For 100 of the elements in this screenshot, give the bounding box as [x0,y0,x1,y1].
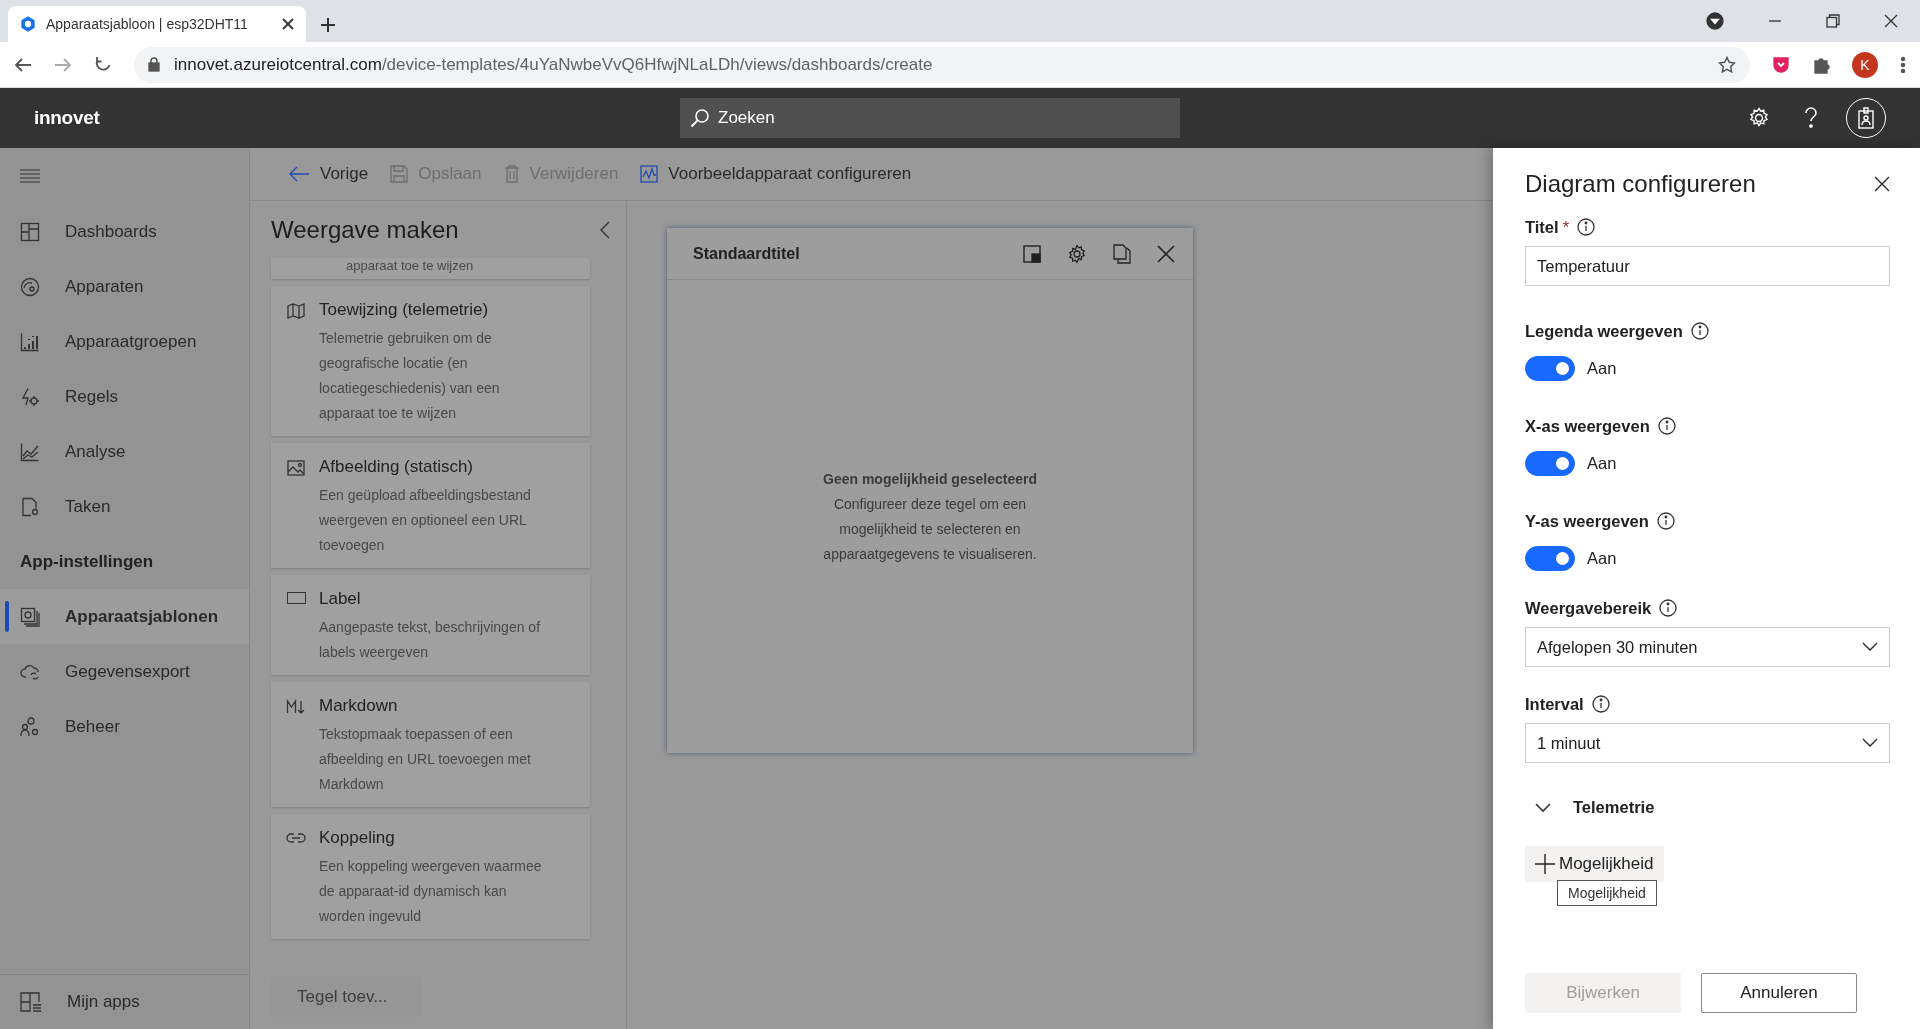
card-description: Aangepaste tekst, beschrijvingen of labels weergeven [319,618,542,662]
tile-card[interactable]: Afbeelding (statisch) Een geüpload afbeeldingsbestand weergeven en optioneel een URL toevoegen [271,443,590,568]
card-title: Toewijzing (telemetrie) [319,300,490,320]
section-title: App-instellingen [20,551,154,572]
toggle-state: Aan [1587,359,1617,378]
title-field[interactable]: Temperatuur [1525,246,1890,286]
tile-card[interactable]: Label Aangepaste tekst, beschrijvingen of labels weergeven [271,575,590,675]
hexagon-logo-icon [20,16,36,32]
toggle-switch[interactable] [1525,356,1575,381]
dashboard-icon [20,221,40,242]
panel-title: Weergave maken [271,215,459,244]
field-label: Legenda weergeven [1525,321,1683,341]
profile-avatar[interactable]: K [1852,51,1878,78]
lock-icon [148,57,160,72]
settings-icon [1748,107,1770,129]
card-title: Afbeelding (statisch) [319,457,475,477]
close-icon [282,18,294,30]
puzzle-icon [1812,55,1830,74]
field-label: Titel [1525,217,1559,237]
jobs-icon [20,496,40,517]
info-icon [1657,417,1676,435]
nav-item[interactable]: Apparaten [0,259,249,314]
apps-grid-icon [20,992,42,1012]
restore-icon [1826,14,1840,28]
field-label: Interval [1525,694,1584,714]
search-placeholder: Zoeken [718,108,775,128]
toggle-switch[interactable] [1525,546,1575,571]
toolbar-button[interactable]: Vorige [288,164,369,184]
template-icon [20,606,40,627]
close-icon [1874,176,1890,192]
nav-label: Apparaatgroepen [65,331,197,352]
map-icon [287,303,305,319]
plus-icon [1535,854,1555,874]
card-title: Koppeling [319,828,396,848]
section-header[interactable]: Telemetrie [1525,797,1890,818]
search-icon [690,108,710,128]
nav-item[interactable]: Apparaatgroepen [0,314,249,369]
dropdown[interactable]: 1 minuut [1525,723,1890,763]
new-tab-icon [320,17,336,33]
nav-label: Gegevensexport [65,661,190,682]
link-icon [286,831,306,845]
card-title: Markdown [319,696,399,716]
field-label: X-as weergeven [1525,416,1650,436]
image-icon [287,460,305,476]
info-icon [1656,512,1675,530]
nav-item[interactable]: Gegevensexport [0,644,249,699]
forward-icon [54,56,72,73]
nav-item[interactable]: Apparaatsjablonen [0,589,249,644]
browser-tab[interactable]: Apparaatsjabloon | esp32DHT11 [8,6,306,42]
nav-item[interactable]: Dashboards [0,204,249,259]
field-label: Y-as weergeven [1525,511,1649,531]
dropdown-circle-icon [1706,12,1724,30]
tile-card[interactable]: Toewijzing (telemetrie) Telemetrie gebruiken om de geografische locatie (en locatiegeschiedenis) van een apparaat toe te wijzen [271,286,590,436]
nav-label: Dashboards [65,221,157,242]
tile-title: Standaardtitel [693,244,801,263]
info-icon [1591,695,1610,713]
people-gear-icon [20,716,40,737]
back-icon [14,56,32,73]
info-icon [1577,218,1596,236]
card-description: Telemetrie gebruiken om de geografische locatie (en locatiegeschiedenis) van een apparaat toe te wijzen [319,329,501,423]
arrow-left-icon [288,165,310,183]
chart-window-icon [640,165,659,183]
url-text: innovet.azureiotcentral.com/device-templates/4uYaNwbeVvQ6HfwjNLaLDh/views/dashboards/create [174,54,933,75]
nav-item[interactable]: Analyse [0,424,249,479]
toggle-state: Aan [1587,454,1617,473]
device-icon [20,276,40,297]
nav-item[interactable]: Taken [0,479,249,534]
nav-item[interactable]: Beheer [0,699,249,754]
bar-chart-icon [20,331,40,352]
required-mark: * [1562,217,1570,237]
nav-label: Mijn apps [67,992,140,1012]
toolbar-button[interactable]: Voorbeeldapparaat configureren [640,164,912,184]
copy-icon [1113,243,1131,264]
nav-item[interactable]: Mijn apps [0,974,249,1029]
nav-label: Taken [65,496,111,517]
tile-card[interactable]: apparaat toe te wijzen [271,258,590,279]
nav-label: Apparaten [65,276,144,297]
empty-state-title: Geen mogelijkheid geselecteerd [823,469,1037,489]
search-field[interactable]: Zoeken [680,98,1180,138]
trash-icon [503,165,520,183]
empty-state-text: Configureer deze tegel om een mogelijkheid te selecteren en apparaatgegevens te visualiseren. [822,494,1038,564]
add-capability-button[interactable]: Mogelijkheid [1525,846,1664,882]
info-icon [1659,599,1678,617]
tile-card[interactable]: Markdown Tekstopmaak toepassen of een afbeelding en URL toevoegen met Markdown [271,682,590,807]
line-chart-icon [20,441,40,462]
resize-icon [1023,244,1041,263]
tile-card[interactable]: Koppeling Een koppeling weergeven waarmee de apparaat-id dynamisch kan worden ingevuld [271,814,590,939]
dialog-button[interactable]: Annuleren [1701,973,1857,1013]
toggle-switch[interactable] [1525,451,1575,476]
dropdown[interactable]: Afgelopen 30 minuten [1525,627,1890,667]
nav-item[interactable]: Regels [0,369,249,424]
address-bar[interactable]: innovet.azureiotcentral.com/device-templates/4uYaNwbeVvQ6HfwjNLaLDh/views/dashboards/create [134,46,1750,83]
field-label: Weergavebereik [1525,598,1652,618]
help-icon [1804,107,1818,129]
card-description: Een koppeling weergeven waarmee de apparaat-id dynamisch kan worden ingevuld [319,857,543,926]
app-name: innovet [34,107,100,129]
label-icon [286,592,306,604]
card-description: Een geüpload afbeeldingsbestand weergeven en optioneel een URL toevoegen [319,486,532,555]
nav-label: Apparaatsjablonen [65,606,219,627]
chevron-down-icon [1862,738,1878,748]
